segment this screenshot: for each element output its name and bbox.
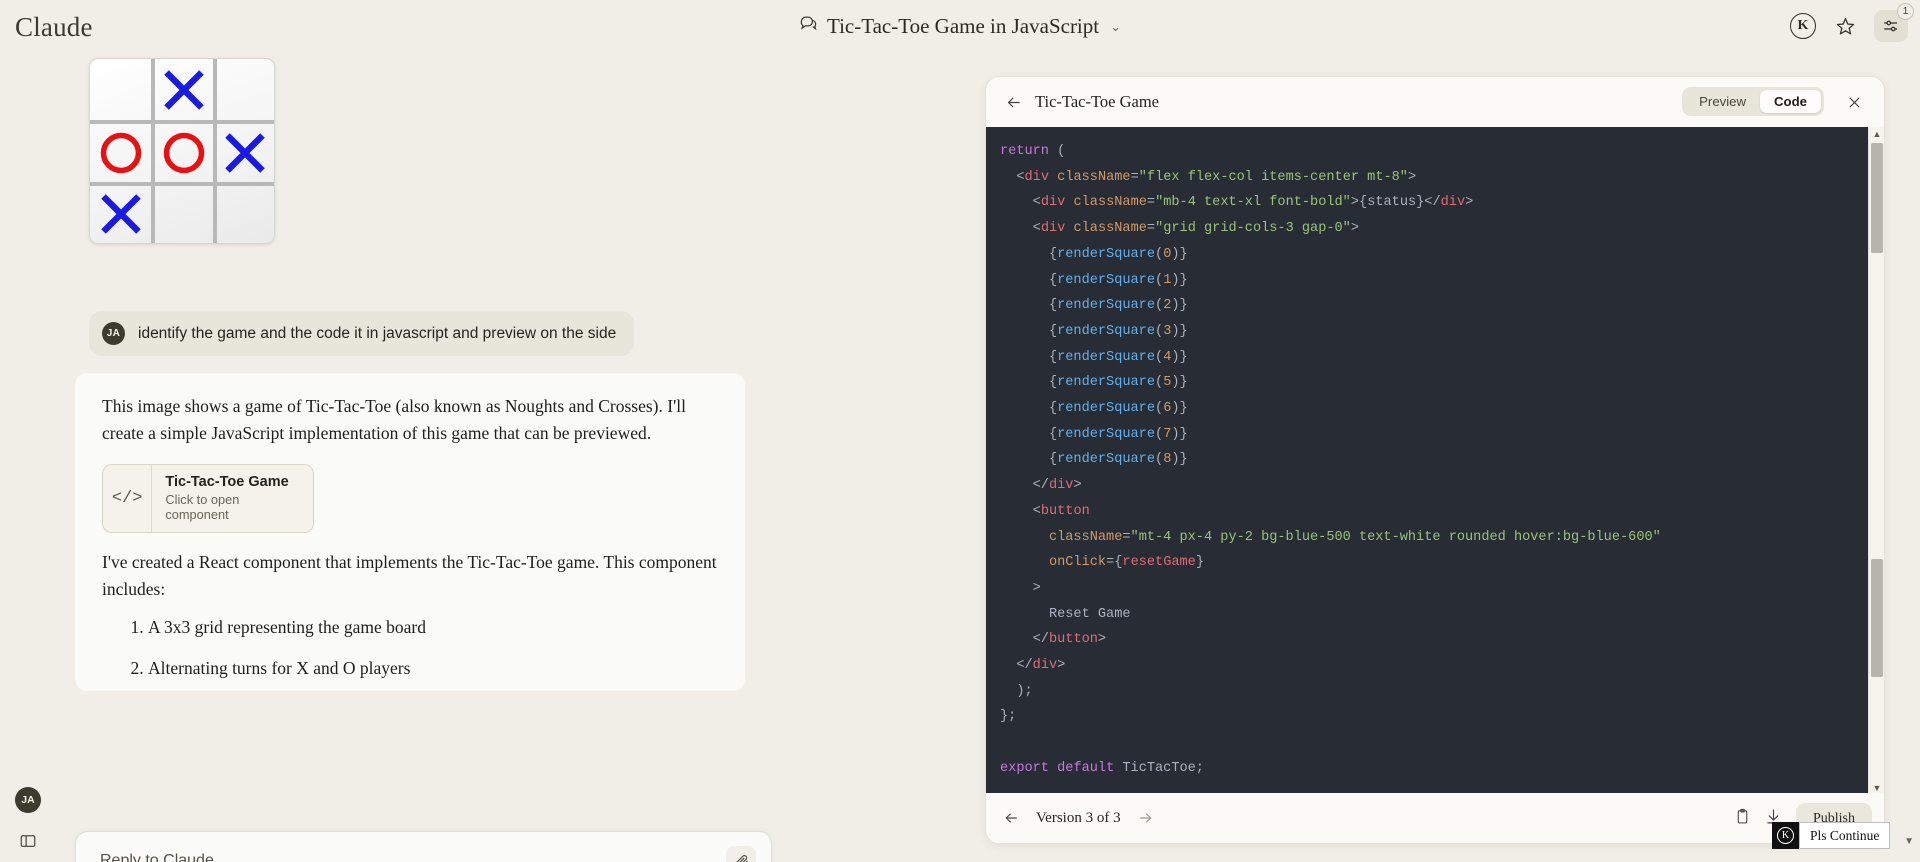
x-mark-icon [100,194,141,235]
overlay-k-icon: K [1772,822,1799,849]
x-mark-icon [225,133,266,173]
scroll-up-icon[interactable]: ▲ [1869,127,1884,141]
chevron-down-icon: ⌄ [1110,18,1122,34]
version-navigation: Version 3 of 3 [1000,807,1157,829]
artifact-panel-footer: Version 3 of 3 Publish [986,793,1884,843]
settings-button-wrap: 1 [1874,3,1914,42]
board-cell-3 [90,120,152,181]
claude-app-window: Claude Tic-Tac-Toe Game in JavaScript ⌄ … [0,0,1920,862]
code-scrollbar[interactable]: ▲ ▼ [1868,127,1884,795]
version-next-icon[interactable] [1135,807,1157,829]
artifact-card[interactable]: </> Tic-Tac-Toe Game Click to open compo… [102,464,314,534]
version-label: Version 3 of 3 [1036,809,1121,826]
top-bar: Claude Tic-Tac-Toe Game in JavaScript ⌄ … [0,0,1920,56]
tic-tac-toe-board [89,58,275,244]
tab-preview[interactable]: Preview [1685,90,1760,113]
version-prev-icon[interactable] [1000,807,1022,829]
artifact-panel-title: Tic-Tac-Toe Game [1035,92,1159,111]
uploaded-board-image[interactable] [89,58,275,244]
message-composer[interactable]: Reply to Claude... Claude 3.5 Sonnet [75,831,772,862]
code-brackets-icon: </> [103,465,153,533]
user-message-text: identify the game and the code it in jav… [138,324,617,342]
code-viewer[interactable]: return ( <div className="flex flex-col i… [986,127,1884,795]
board-cell-4 [151,120,213,182]
list-item: Alternating turns for X and O players [148,657,721,681]
board-cell-1 [151,59,212,121]
paperclip-icon[interactable] [726,846,756,862]
overlay-label[interactable]: Pls Continue [1799,822,1891,849]
rail-user-avatar[interactable]: JA [15,787,41,813]
clipboard-icon[interactable] [1734,808,1751,830]
artifact-card-title: Tic-Tac-Toe Game [165,474,289,491]
scrollbar-thumb-top[interactable] [1871,143,1883,253]
conversation-title-dropdown[interactable]: Tic-Tac-Toe Game in JavaScript ⌄ [791,12,1129,41]
assistant-feature-list: A 3x3 grid representing the game board A… [102,616,721,691]
list-item: A 3x3 grid representing the game board [148,616,721,640]
overlay-caret-icon[interactable]: ▼ [1904,836,1914,847]
user-avatar: JA [102,322,125,345]
top-bar-actions: K 1 [1790,3,1914,42]
tab-code[interactable]: Code [1760,90,1821,113]
code-content: return ( <div className="flex flex-col i… [1000,144,1661,776]
star-icon[interactable] [1830,11,1860,41]
x-mark-icon [164,69,204,110]
settings-badge: 1 [1897,3,1914,20]
board-cell-0 [90,59,151,120]
assistant-paragraph-1: This image shows a game of Tic-Tac-Toe (… [102,396,686,443]
chat-bubbles-icon [799,14,818,39]
sidebar-toggle-icon[interactable] [16,829,40,853]
user-message: JA identify the game and the code it in … [89,311,635,356]
assistant-paragraph-2: I've created a React component that impl… [102,552,717,599]
artifact-panel-header: Tic-Tac-Toe Game Preview Code [986,77,1884,127]
preview-code-toggle: Preview Code [1682,87,1824,116]
app-brand: Claude [15,12,93,42]
artifact-card-subtitle: Click to open component [165,492,240,523]
reply-input-placeholder[interactable]: Reply to Claude... [100,852,227,862]
scrollbar-thumb[interactable] [1871,559,1883,677]
arrow-left-icon[interactable] [1000,89,1026,115]
close-icon[interactable] [1842,90,1866,114]
assistant-message: This image shows a game of Tic-Tac-Toe (… [75,373,745,691]
o-mark-icon [100,132,141,174]
artifact-card-text: Tic-Tac-Toe Game Click to open component [152,465,313,532]
artifact-panel: Tic-Tac-Toe Game Preview Code return ( <… [985,76,1885,844]
o-mark-icon [163,132,205,174]
conversation-title-text: Tic-Tac-Toe Game in JavaScript [826,14,1100,38]
overlay-k-letter: K [1777,827,1794,844]
board-cell-7 [151,181,213,243]
board-cell-8 [212,181,274,243]
board-cell-2 [212,59,274,121]
board-cell-5 [212,120,274,182]
conversation-column: JA identify the game and the code it in … [0,56,960,862]
pls-continue-overlay[interactable]: K Pls Continue [1772,822,1891,849]
account-avatar[interactable]: K [1790,13,1816,39]
board-cell-6 [90,181,152,243]
